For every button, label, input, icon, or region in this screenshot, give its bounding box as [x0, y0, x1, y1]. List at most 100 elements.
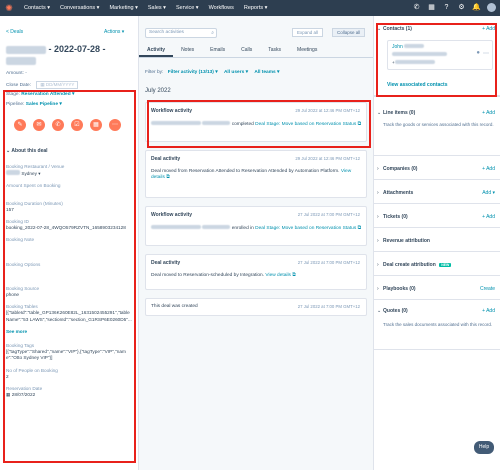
prop-value[interactable]: booking_2022-07-28_4WQO579RZVTN_16589032… — [6, 225, 132, 231]
add-line-item-button[interactable]: + Add — [482, 110, 495, 116]
tab-activity[interactable]: Activity — [139, 44, 174, 57]
phone-icon[interactable]: ✆ — [412, 3, 421, 12]
chevron-right-icon[interactable]: › — [377, 166, 379, 172]
close-date-input[interactable]: ▦ DD/MM/YYYY — [36, 81, 79, 89]
more-icon[interactable]: ⋯ — [483, 50, 489, 57]
nav-contacts[interactable]: Contacts ▾ — [24, 5, 50, 11]
quotes-header[interactable]: Quotes (0) — [383, 308, 408, 314]
contact-phone[interactable]: + — [392, 60, 435, 66]
attachments-header[interactable]: Attachments — [383, 190, 413, 196]
marketplace-icon[interactable]: ▦ — [427, 3, 436, 12]
chevron-down-icon[interactable]: ⌄ — [377, 308, 381, 314]
hubspot-logo-icon[interactable]: ✺ — [4, 3, 14, 13]
actions-dropdown[interactable]: Actions ▾ — [104, 29, 124, 35]
search-activities-input[interactable]: Search activities ⌕ — [145, 28, 217, 38]
nav-sales[interactable]: Sales ▾ — [148, 5, 166, 11]
stage-dropdown[interactable]: Reservation Attended ▾ — [21, 92, 74, 97]
about-section-header[interactable]: ⌄ About this deal — [6, 148, 48, 154]
activity-card[interactable]: This deal was created 27 Jul 2022 at 7:0… — [145, 298, 367, 316]
back-to-deals-link[interactable]: < Deals — [6, 29, 23, 35]
prop-value[interactable]: 157 — [6, 207, 132, 213]
playbooks-header[interactable]: Playbooks (0) — [383, 286, 416, 292]
tab-calls[interactable]: Calls — [233, 44, 260, 57]
contact-name[interactable]: John — [392, 44, 425, 50]
meeting-icon[interactable]: ▦ — [90, 119, 102, 131]
chevron-right-icon[interactable]: › — [377, 286, 379, 292]
contact-email[interactable] — [392, 52, 447, 58]
settings-icon[interactable]: ⚙ — [457, 3, 466, 12]
prop-value[interactable]: [{"tableId":"table_GP136K260E82L_1631502… — [6, 310, 132, 322]
nav-service[interactable]: Service ▾ — [176, 5, 199, 11]
expand-all-button[interactable]: Expand all — [292, 28, 324, 37]
workflow-link[interactable]: Deal Stage: Move based on Reservation St… — [255, 226, 361, 231]
chevron-right-icon[interactable]: › — [377, 214, 379, 220]
chevron-right-icon[interactable]: › — [377, 262, 379, 268]
contact-card[interactable]: John + ● ⋯ — [387, 40, 493, 70]
email-icon[interactable]: ✉ — [33, 119, 45, 131]
collapse-all-button[interactable]: Collapse all — [332, 28, 366, 37]
chevron-right-icon[interactable]: › — [377, 238, 379, 244]
line-items-header[interactable]: Line items (0) — [383, 110, 415, 116]
prop-value[interactable] — [6, 268, 132, 280]
chevron-down-icon[interactable]: ⌄ — [377, 110, 381, 116]
chevron-right-icon[interactable]: › — [377, 190, 379, 196]
prop-value[interactable]: [{"tagType":"Shared","name":"VIP"},{"tag… — [6, 349, 132, 361]
activity-card-date: 27 Jul 2022 at 7:00 PM GMT+12 — [297, 212, 360, 217]
view-details-link[interactable]: View details ⧉ — [265, 273, 295, 278]
nav-reports[interactable]: Reports ▾ — [244, 5, 268, 11]
close-date-field[interactable]: Close Date: ▦ DD/MM/YYYY — [6, 81, 79, 89]
activity-card[interactable]: Workflow activity 29 Jul 2022 at 12:46 P… — [145, 102, 367, 142]
prop-value[interactable]: Sydney ▾ — [6, 170, 132, 177]
view-associated-contacts-link[interactable]: View associated contacts — [387, 82, 448, 88]
deal-properties: Booking Restaurant / Venue Sydney ▾ Amou… — [6, 164, 132, 404]
prop-value[interactable] — [6, 244, 132, 256]
deal-title[interactable]: - 2022-07-28 - — [6, 44, 134, 66]
tickets-header[interactable]: Tickets (0) — [383, 214, 408, 220]
note-icon[interactable]: ✎ — [14, 119, 26, 131]
help-button[interactable]: Help — [474, 441, 494, 454]
prop-value[interactable]: 2 — [6, 374, 132, 380]
see-more-link[interactable]: See more — [6, 329, 132, 335]
activity-card[interactable]: Deal activity 29 Jul 2022 at 12:46 PM GM… — [145, 150, 367, 198]
call-icon[interactable]: ✆ — [52, 119, 64, 131]
prop-value[interactable]: ▦ 28/07/2022 — [6, 392, 132, 398]
tab-meetings[interactable]: Meetings — [289, 44, 325, 57]
tab-emails[interactable]: Emails — [202, 44, 233, 57]
amount-field[interactable]: Amount: - — [6, 71, 27, 76]
prop-value[interactable]: phone — [6, 292, 132, 298]
associations-sidebar: ⌄ Contacts (1) + Add John + ● ⋯ View ass… — [373, 16, 500, 470]
filter-users-dropdown[interactable]: All users ▾ — [224, 70, 248, 75]
filter-activity-dropdown[interactable]: Filter activity (13/13) ▾ — [168, 70, 218, 75]
notifications-bell-icon[interactable]: 🔔 — [472, 3, 481, 12]
filter-teams-dropdown[interactable]: All teams ▾ — [254, 70, 279, 75]
task-icon[interactable]: ☑ — [71, 119, 83, 131]
add-contact-button[interactable]: + Add — [482, 26, 495, 32]
prop-value[interactable] — [6, 190, 132, 195]
activity-card[interactable]: Deal activity 27 Jul 2022 at 7:00 PM GMT… — [145, 254, 367, 290]
activity-card[interactable]: Workflow activity 27 Jul 2022 at 7:00 PM… — [145, 206, 367, 246]
tab-notes[interactable]: Notes — [173, 44, 202, 57]
companies-header[interactable]: Companies (0) — [383, 166, 417, 172]
pipeline-field[interactable]: Pipeline: Sales Pipeline ▾ — [6, 102, 62, 107]
help-icon[interactable]: ? — [442, 3, 451, 12]
activity-card-date: 29 Jul 2022 at 12:46 PM GMT+12 — [295, 108, 360, 113]
add-quote-button[interactable]: + Add — [482, 308, 495, 314]
quotes-empty-text: Track the sales documents associated wit… — [383, 322, 493, 327]
nav-conversations[interactable]: Conversations ▾ — [60, 5, 99, 11]
chevron-down-icon[interactable]: ⌄ — [377, 26, 381, 32]
add-ticket-button[interactable]: + Add — [482, 214, 495, 220]
add-company-button[interactable]: + Add — [482, 166, 495, 172]
tab-tasks[interactable]: Tasks — [260, 44, 289, 57]
deal-create-attribution-header[interactable]: Deal create attribution NEW — [383, 262, 452, 268]
contacts-header[interactable]: Contacts (1) — [383, 26, 412, 32]
workflow-link[interactable]: Deal Stage: Move based on Reservation St… — [255, 122, 361, 127]
user-avatar[interactable] — [487, 3, 496, 12]
pipeline-dropdown[interactable]: Sales Pipeline ▾ — [26, 102, 62, 107]
stage-field[interactable]: Stage: Reservation Attended ▾ — [6, 92, 74, 97]
more-icon[interactable]: ⋯ — [109, 119, 121, 131]
revenue-attribution-header[interactable]: Revenue attribution — [383, 238, 430, 244]
nav-workflows[interactable]: Workflows — [209, 5, 234, 11]
nav-marketing[interactable]: Marketing ▾ — [109, 5, 137, 11]
create-playbook-button[interactable]: Create — [480, 286, 495, 292]
add-attachment-dropdown[interactable]: Add ▾ — [482, 190, 495, 196]
